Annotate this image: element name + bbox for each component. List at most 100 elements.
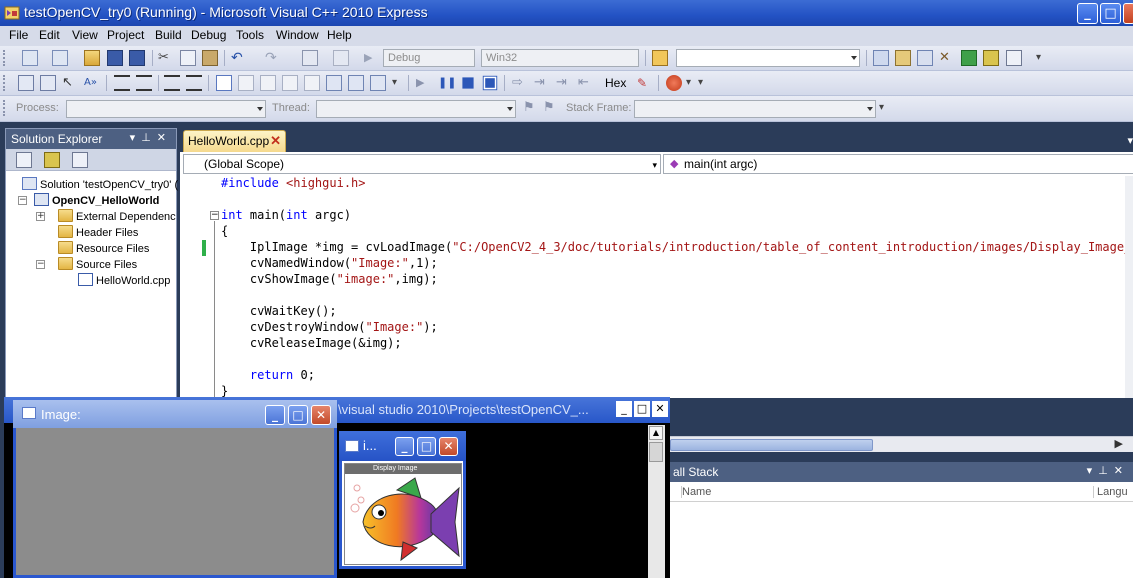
thread-select[interactable] <box>316 100 516 118</box>
menu-item-debug[interactable]: Debug <box>191 28 226 42</box>
minimize-button[interactable]: _ <box>1077 3 1098 24</box>
display-window-title-bar[interactable]: i... _ □ ✕ <box>339 431 466 461</box>
minimize-button[interactable]: _ <box>395 437 414 456</box>
code-line[interactable]: cvNamedWindow("Image:",1); <box>221 256 438 272</box>
expand-icon[interactable]: + <box>36 212 45 221</box>
scroll-thumb[interactable] <box>670 439 873 451</box>
scope-select[interactable]: (Global Scope) ▾ <box>183 154 661 174</box>
maximize-button[interactable]: □ <box>417 437 436 456</box>
clear-bookmarks-icon[interactable] <box>370 75 386 91</box>
next-bookmark-document-icon[interactable] <box>348 75 364 91</box>
toolbar-grip[interactable] <box>3 50 6 66</box>
word-completion-icon[interactable]: A» <box>84 75 100 91</box>
find-combo[interactable] <box>676 49 860 67</box>
tree-helloworld-cpp[interactable]: HelloWorld.cpp <box>78 273 170 289</box>
stack-frame-select[interactable] <box>634 100 876 118</box>
minimize-button[interactable]: _ <box>265 405 285 425</box>
show-next-statement-icon[interactable]: ⇨ <box>512 75 528 91</box>
toggle-current-thread-flag-icon[interactable]: ⚑ <box>523 100 539 116</box>
member-select[interactable]: ◆ main(int argc) <box>663 154 1133 174</box>
tree-source-files[interactable]: Source Files <box>58 257 137 273</box>
platform-select[interactable]: Win32 <box>481 49 639 67</box>
close-button[interactable]: ✕ <box>439 437 458 456</box>
menu-item-tools[interactable]: Tools <box>236 28 264 42</box>
open-file-icon[interactable] <box>84 50 100 66</box>
collapse-region-icon[interactable]: − <box>210 211 219 220</box>
tree-external-dependencies[interactable]: External Dependenc <box>58 209 176 225</box>
menu-item-view[interactable]: View <box>72 28 98 42</box>
next-bookmark-icon[interactable] <box>260 75 276 91</box>
quick-info-icon[interactable]: ↖ <box>62 75 78 91</box>
view-code-icon[interactable] <box>72 152 88 168</box>
close-button[interactable] <box>1123 3 1133 24</box>
auto-hide-pin-icon[interactable]: ⊥ <box>1098 465 1114 477</box>
menu-item-help[interactable]: Help <box>327 28 352 42</box>
tab-dropdown-icon[interactable]: ▾ <box>1127 134 1133 147</box>
tree-project[interactable]: OpenCV_HelloWorld <box>34 193 159 209</box>
start-page-icon[interactable] <box>961 50 977 66</box>
toolbox-icon[interactable]: ✕ <box>939 50 955 66</box>
code-line[interactable]: int main(int argc) <box>221 208 351 224</box>
show-flagged-threads-icon[interactable]: ⚑ <box>543 100 559 116</box>
new-project-icon[interactable] <box>22 50 38 66</box>
code-line[interactable]: return 0; <box>221 368 315 384</box>
continue-icon[interactable]: ▶ <box>416 75 432 91</box>
collapse-icon[interactable]: − <box>18 196 27 205</box>
increase-indent-icon[interactable] <box>136 75 152 91</box>
image-window-title-bar[interactable]: Image: _ □ ✕ <box>13 400 337 428</box>
add-item-icon[interactable] <box>52 50 68 66</box>
close-pane-icon[interactable]: ✕ <box>1114 465 1129 477</box>
stop-debugging-icon[interactable] <box>462 77 474 89</box>
maximize-button[interactable]: □ <box>288 405 308 425</box>
previous-bookmark-document-icon[interactable] <box>326 75 342 91</box>
start-debugging-icon[interactable]: ▶ <box>364 50 380 66</box>
tab-helloworld-cpp[interactable]: HelloWorld.cpp ✕ <box>183 130 286 152</box>
menu-item-window[interactable]: Window <box>276 28 319 42</box>
decrease-indent-icon[interactable] <box>114 75 130 91</box>
column-name[interactable]: Name <box>681 486 711 498</box>
uncomment-lines-icon[interactable] <box>186 75 202 91</box>
menu-item-project[interactable]: Project <box>107 28 144 42</box>
close-tab-icon[interactable]: ✕ <box>270 133 281 149</box>
breakpoints-window-icon[interactable] <box>666 75 682 91</box>
code-line[interactable]: cvShowImage("image:",img); <box>221 272 438 288</box>
vertical-scrollbar[interactable] <box>1125 176 1133 398</box>
tree-solution[interactable]: Solution 'testOpenCV_try0' ( <box>22 177 178 193</box>
toolbar-overflow-icon[interactable]: ▾ <box>698 75 714 91</box>
process-select[interactable] <box>66 100 266 118</box>
step-into-icon[interactable]: ⇥ <box>534 75 550 91</box>
display-object-member-list-icon[interactable] <box>18 75 34 91</box>
previous-bookmark-folder-icon[interactable] <box>282 75 298 91</box>
toolbar-grip[interactable] <box>3 100 6 116</box>
display-parameter-info-icon[interactable] <box>40 75 56 91</box>
copy-icon[interactable] <box>180 50 196 66</box>
configuration-select[interactable]: Debug <box>383 49 475 67</box>
maximize-button[interactable]: □ <box>634 401 650 417</box>
menu-item-build[interactable]: Build <box>155 28 182 42</box>
column-language[interactable]: Langu <box>1093 486 1128 498</box>
code-line[interactable]: cvWaitKey(); <box>221 304 337 320</box>
previous-bookmark-icon[interactable] <box>238 75 254 91</box>
save-icon[interactable] <box>107 50 123 66</box>
toolbar-overflow-icon[interactable]: ▾ <box>1036 50 1052 66</box>
menu-item-file[interactable]: File <box>9 28 28 42</box>
close-pane-icon[interactable]: ✕ <box>157 132 172 144</box>
scroll-right-icon[interactable]: ▶ <box>1115 437 1123 450</box>
collapse-icon[interactable]: − <box>36 260 45 269</box>
opencv-display-window[interactable]: i... _ □ ✕ Display Image <box>339 431 466 569</box>
close-button[interactable]: ✕ <box>311 405 331 425</box>
show-all-files-icon[interactable] <box>44 152 60 168</box>
tree-header-files[interactable]: Header Files <box>58 225 138 241</box>
auto-hide-pin-icon[interactable]: ⊥ <box>141 132 157 144</box>
code-editor[interactable]: #include <highgui.h> int main(int argc){ … <box>180 176 1133 398</box>
redo-icon[interactable]: ↷ <box>265 50 281 66</box>
menu-item-edit[interactable]: Edit <box>39 28 60 42</box>
comment-lines-icon[interactable] <box>164 75 180 91</box>
restart-icon[interactable] <box>482 75 498 91</box>
close-button[interactable]: ✕ <box>652 401 668 417</box>
code-line[interactable]: cvDestroyWindow("Image:"); <box>221 320 438 336</box>
window-position-icon[interactable]: ▾ <box>1087 465 1099 477</box>
solution-explorer-icon[interactable] <box>895 50 911 66</box>
hex-toggle[interactable]: Hex <box>605 76 626 90</box>
paste-icon[interactable] <box>202 50 218 66</box>
